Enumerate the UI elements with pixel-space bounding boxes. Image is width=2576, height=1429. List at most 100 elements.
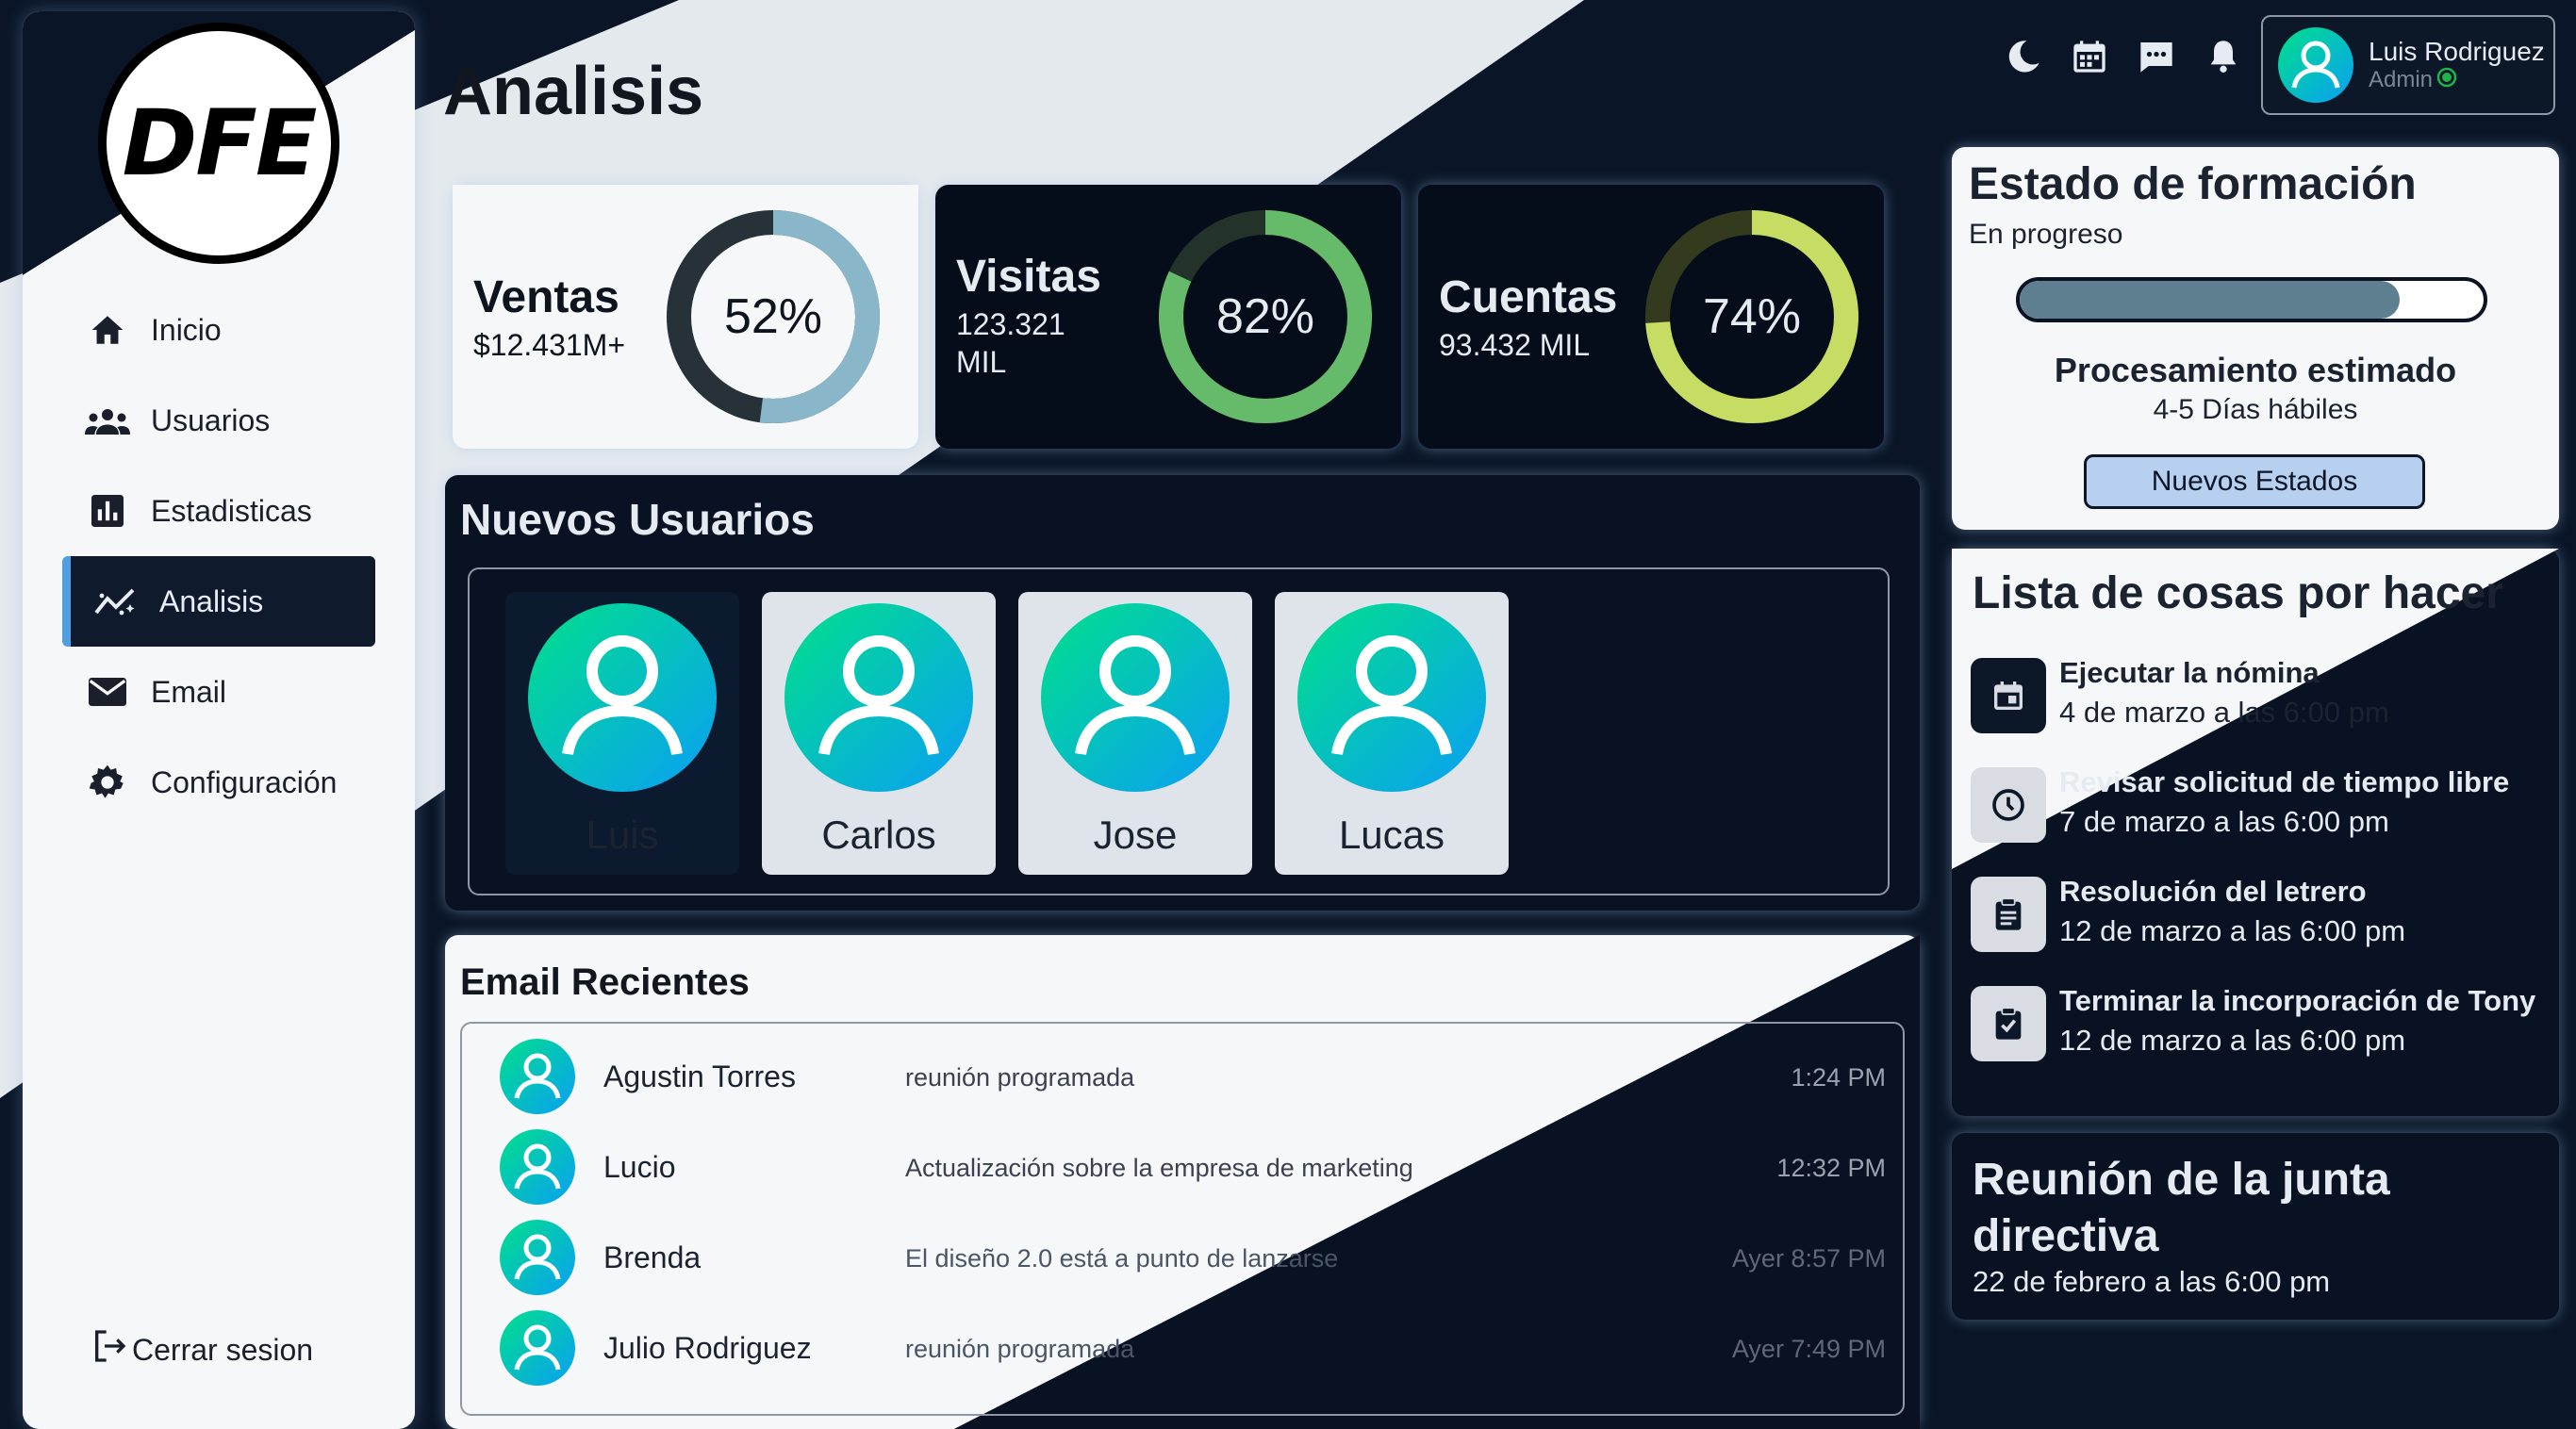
user-card[interactable]: Lucas — [1275, 592, 1509, 875]
email-subject: reunión programada — [905, 1335, 1135, 1363]
todo-item[interactable]: Resolución del letrero 12 de marzo a las… — [1971, 865, 2555, 969]
avatar — [500, 1310, 575, 1386]
todo-item[interactable]: Ejecutar la nómina 4 de marzo a las 6:00… — [1971, 647, 2555, 750]
sidebar-item-inicio[interactable]: Inicio — [62, 285, 375, 375]
gear-icon — [81, 764, 134, 801]
stat-value: $12.431M+ — [473, 328, 626, 362]
user-card[interactable]: Jose — [1018, 592, 1252, 875]
meeting-date: 22 de febrero a las 6:00 pm — [1973, 1265, 2331, 1298]
avatar — [1041, 603, 1230, 792]
sidebar-item-analisis[interactable]: Analisis — [62, 556, 375, 647]
processing-title: Procesamiento estimado — [2054, 351, 2457, 389]
new-users-panel: Nuevos Usuarios Luis Carlos Jose Lucas — [445, 475, 1920, 911]
user-card[interactable]: Luis — [505, 592, 739, 875]
avatar — [1297, 603, 1486, 792]
email-subject: reunión programada — [905, 1063, 1135, 1092]
dfe-logo[interactable]: DFE — [98, 23, 339, 264]
email-subject: Actualización sobre la empresa de market… — [905, 1154, 1413, 1182]
analytics-icon — [90, 584, 142, 618]
mail-icon — [81, 677, 134, 707]
sidebar-item-configuracion[interactable]: Configuración — [62, 737, 375, 828]
clipboard-check-icon — [1971, 986, 2046, 1061]
email-time: 1:24 PM — [1791, 1063, 1886, 1092]
user-name: Carlos — [821, 813, 936, 857]
avatar — [2278, 27, 2353, 103]
todo-item-title: Ejecutar la nómina — [2059, 656, 2320, 689]
avatar — [500, 1129, 575, 1205]
todo-title: Lista de cosas por hacer — [1973, 568, 2503, 618]
new-users-list: Luis Carlos Jose Lucas — [468, 567, 1890, 895]
todo-item-date: 12 de marzo a las 6:00 pm — [2059, 1024, 2406, 1057]
stat-value-line1: 123.321 — [956, 307, 1065, 341]
moon-icon[interactable] — [2005, 38, 2042, 80]
meeting-title: Reunión de la junta directiva — [1973, 1152, 2390, 1265]
bar-chart-icon — [81, 495, 134, 527]
training-status: En progreso — [1969, 219, 2123, 250]
recent-emails-panel: Email Recientes Agustin Torres reunión p… — [445, 935, 1920, 1429]
stat-value: 93.432 MIL — [1439, 328, 1591, 362]
email-row[interactable]: Lucio Actualización sobre la empresa de … — [462, 1116, 1907, 1207]
email-time: Ayer 8:57 PM — [1731, 1244, 1886, 1273]
user-card[interactable]: Carlos — [762, 592, 996, 875]
new-states-button[interactable]: Nuevos Estados — [2084, 454, 2425, 509]
sidebar-item-estadisticas[interactable]: Estadisticas — [62, 466, 375, 556]
meeting-title-line2: directiva — [1973, 1211, 2159, 1261]
email-time: 12:32 PM — [1776, 1154, 1886, 1182]
stat-label: Ventas — [473, 272, 619, 322]
user-name: Jose — [1093, 813, 1178, 857]
meeting-title-line1: Reunión de la junta — [1973, 1155, 2390, 1205]
todo-item-date: 4 de marzo a las 6:00 pm — [2059, 696, 2389, 729]
todo-item-date: 12 de marzo a las 6:00 pm — [2059, 914, 2406, 947]
clipboard-icon — [1971, 877, 2046, 952]
header-toolbar — [2005, 38, 2242, 80]
todo-item-title: Terminar la incorporación de Tony — [2059, 984, 2536, 1017]
todo-item-title: Revisar solicitud de tiempo libre — [2059, 765, 2510, 798]
meeting-panel[interactable]: Reunión de la junta directiva 22 de febr… — [1952, 1133, 2559, 1320]
training-status-panel: Estado de formación En progreso Procesam… — [1952, 147, 2559, 530]
email-sender: Lucio — [603, 1150, 676, 1184]
stat-card-visitas: Visitas 123.321 MIL 82% — [935, 185, 1401, 449]
stat-percent: 52% — [723, 289, 823, 344]
calendar-event-icon — [1971, 658, 2046, 733]
stat-card-ventas: Ventas $12.431M+ 52% — [453, 185, 918, 449]
stat-card-cuentas: Cuentas 93.432 MIL 74% — [1418, 185, 1884, 449]
stat-percent: 82% — [1215, 289, 1315, 344]
avatar — [528, 603, 717, 792]
chat-icon[interactable] — [2137, 38, 2176, 80]
email-list: Agustin Torres reunión programada 1:24 P… — [460, 1022, 1905, 1416]
todo-item-date: 7 de marzo a las 6:00 pm — [2059, 805, 2389, 838]
stat-percent: 74% — [1702, 289, 1802, 344]
email-sender: Agustin Torres — [603, 1059, 796, 1093]
training-title: Estado de formación — [1969, 159, 2417, 209]
avatar — [784, 603, 973, 792]
logout-icon — [91, 1327, 128, 1372]
stat-value-line2: MIL — [956, 345, 1007, 379]
email-row[interactable]: Julio Rodriguez reunión programada Ayer … — [462, 1297, 1907, 1388]
progress-fill — [2020, 281, 2401, 319]
users-icon — [81, 406, 134, 435]
recent-emails-title: Email Recientes — [460, 961, 750, 1003]
clock-icon — [1971, 767, 2046, 843]
todo-panel: Lista de cosas por hacer Ejecutar la nóm… — [1952, 549, 2559, 1116]
stat-label: Cuentas — [1439, 272, 1618, 322]
email-sender: Julio Rodriguez — [603, 1331, 812, 1365]
sidebar-item-usuarios[interactable]: Usuarios — [62, 375, 375, 466]
todo-item[interactable]: Terminar la incorporación de Tony 12 de … — [1971, 975, 2555, 1078]
email-row[interactable]: Brenda El diseño 2.0 está a punto de lan… — [462, 1207, 1907, 1297]
sidebar-item-email[interactable]: Email — [62, 647, 375, 737]
bell-icon[interactable] — [2204, 38, 2242, 80]
avatar — [500, 1220, 575, 1295]
email-row[interactable]: Agustin Torres reunión programada 1:24 P… — [462, 1026, 1907, 1116]
user-name: Luis — [586, 813, 659, 857]
processing-time: 4-5 Días hábiles — [2153, 394, 2358, 425]
user-profile-card[interactable]: Luis Rodriguez Admin — [2261, 15, 2555, 115]
user-name: Luis Rodriguez — [2369, 36, 2545, 66]
todo-item[interactable]: Revisar solicitud de tiempo libre 7 de m… — [1971, 756, 2555, 860]
email-subject: El diseño 2.0 está a punto de lanzarse — [905, 1244, 1339, 1273]
training-progress-bar — [2016, 277, 2487, 322]
email-sender: Brenda — [603, 1240, 702, 1274]
logout-button[interactable]: Cerrar sesion — [91, 1327, 313, 1372]
todo-item-title: Resolución del letrero — [2059, 875, 2367, 908]
online-status-icon — [2436, 67, 2457, 94]
calendar-icon[interactable] — [2071, 38, 2108, 80]
